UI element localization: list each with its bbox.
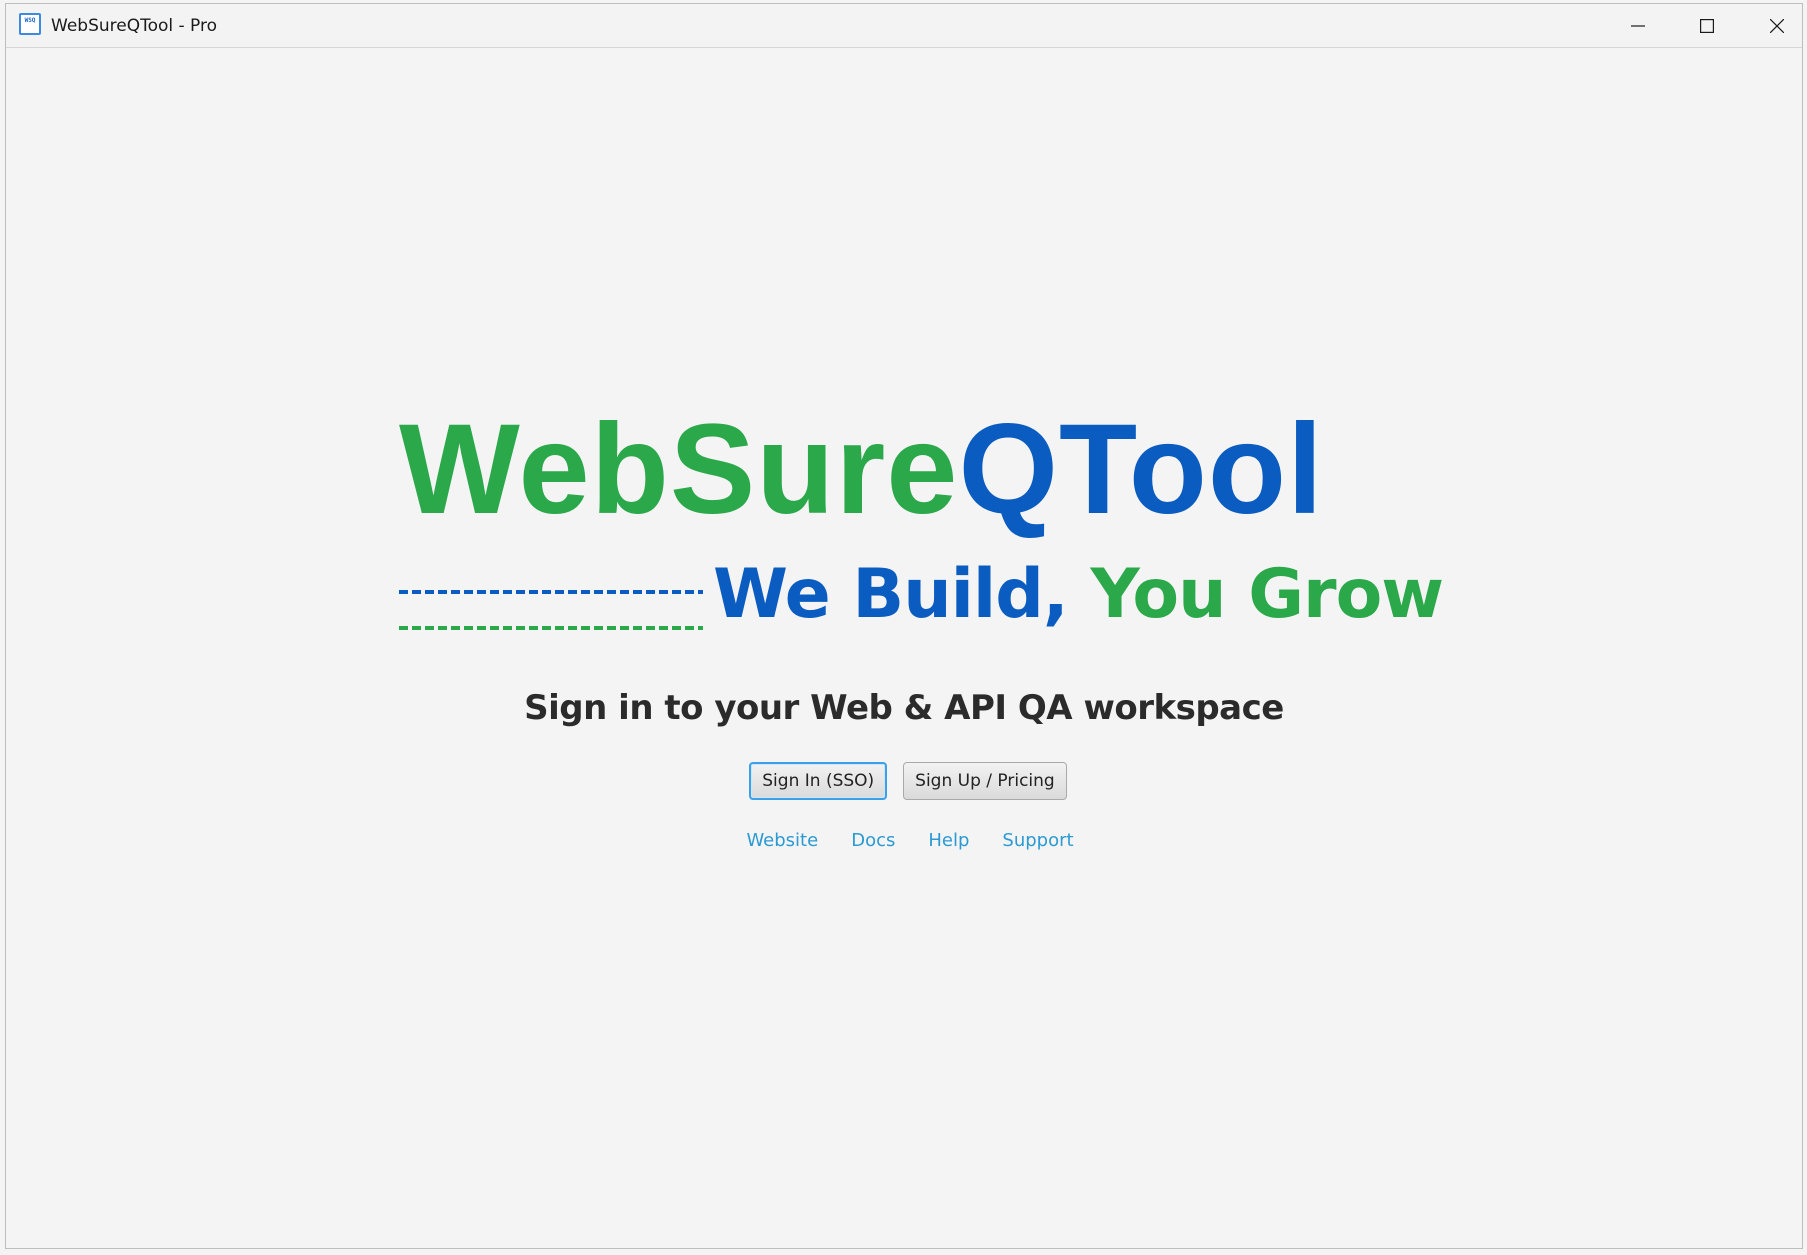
close-icon [1770,19,1784,33]
window-title: WebSureQTool - Pro [51,16,218,36]
website-link[interactable]: Website [746,830,818,851]
support-link[interactable]: Support [1002,830,1073,851]
maximize-button[interactable] [1672,4,1742,48]
minimize-button[interactable] [1603,4,1673,48]
login-content: WebSureQTool We Build, You Grow Sign in … [6,48,1802,1248]
dash-line-green [399,626,703,630]
logo-part-qtool: QTool [958,398,1324,541]
signin-heading: Sign in to your Web & API QA workspace [524,688,1284,728]
auth-buttons: Sign In (SSO) Sign Up / Pricing [6,762,1802,800]
minimize-icon [1631,25,1645,27]
decorative-dashes [399,584,703,634]
sign-up-pricing-button[interactable]: Sign Up / Pricing [903,762,1067,800]
footer-links: Website Docs Help Support [6,830,1802,851]
brand-logo: WebSureQTool [399,406,1324,534]
logo-part-websure: WebSure [399,398,959,541]
dash-line-blue [399,590,703,594]
tagline-part-build: We Build, [713,555,1069,634]
help-link[interactable]: Help [928,830,969,851]
docs-link[interactable]: Docs [851,830,895,851]
tagline-part-grow: You Grow [1090,555,1444,634]
title-bar[interactable]: WSQ WebSureQTool - Pro [6,4,1802,48]
app-window: WSQ WebSureQTool - Pro WebSureQTool We B… [5,3,1803,1249]
sign-in-sso-button[interactable]: Sign In (SSO) [749,762,888,800]
maximize-icon [1700,19,1714,33]
close-button[interactable] [1742,4,1802,48]
app-icon: WSQ [19,13,41,35]
brand-tagline: We Build, You Grow [713,555,1444,634]
